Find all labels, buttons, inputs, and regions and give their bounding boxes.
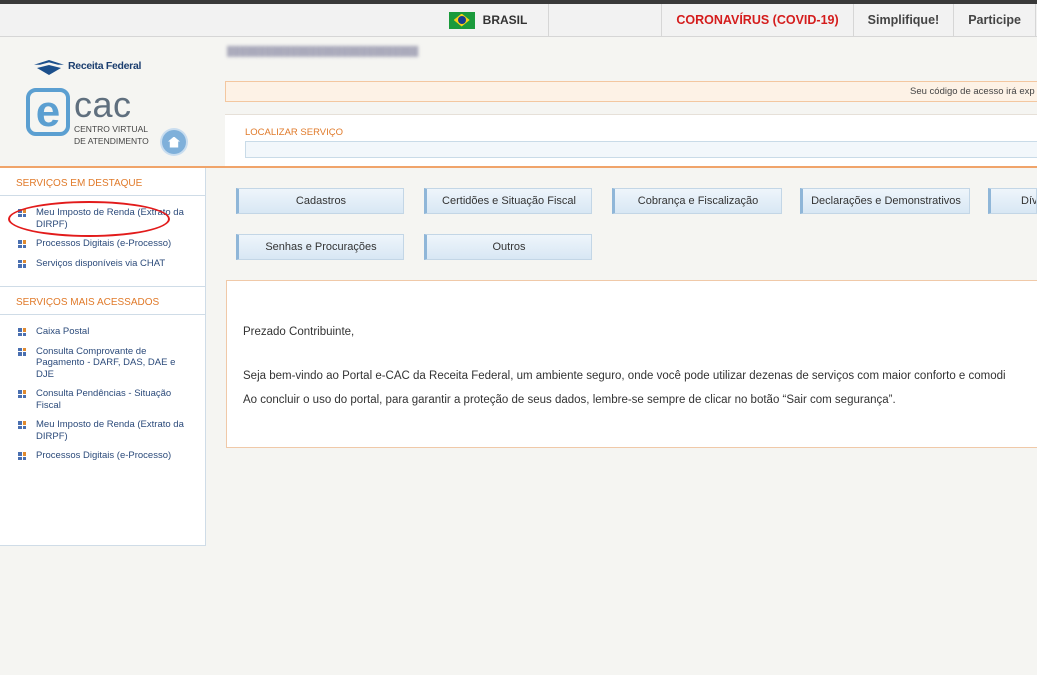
- ecac-logo[interactable]: e cac CENTRO VIRTUAL DE ATENDIMENTO: [26, 84, 149, 146]
- logo-area: Receita Federal e cac CENTRO VIRTUAL DE …: [0, 36, 205, 166]
- bullet-squares-icon: [18, 421, 26, 429]
- most-accessed-item-label[interactable]: Caixa Postal: [36, 326, 89, 338]
- list-item[interactable]: Meu Imposto de Renda (Extrato da DIRPF): [0, 416, 205, 447]
- bullet-squares-icon: [18, 328, 26, 336]
- bullet-squares-icon: [18, 259, 26, 268]
- category-outros-button[interactable]: Outros: [424, 234, 592, 260]
- covid-link[interactable]: CORONAVÍRUS (COVID-19): [661, 4, 852, 36]
- annotation-red-circle: [8, 201, 170, 237]
- category-cadastros-button[interactable]: Cadastros: [236, 188, 404, 214]
- bullet-squares-icon: [18, 452, 26, 460]
- welcome-greeting: Prezado Contribuinte,: [243, 326, 355, 338]
- simplifique-link[interactable]: Simplifique!: [852, 4, 954, 36]
- gov-bar: BRASIL CORONAVÍRUS (COVID-19) Simplifiqu…: [0, 4, 1037, 37]
- search-label: LOCALIZAR SERVIÇO: [245, 127, 344, 138]
- receita-federal-logo[interactable]: Receita Federal: [34, 56, 141, 76]
- category-senhas-button[interactable]: Senhas e Procurações: [236, 234, 404, 260]
- category-cobranca-button[interactable]: Cobrança e Fiscalização: [612, 188, 782, 214]
- ecac-subtitle-2: DE ATENDIMENTO: [74, 136, 149, 146]
- category-certidoes-button[interactable]: Certidões e Situação Fiscal: [424, 188, 592, 214]
- list-item[interactable]: Caixa Postal: [0, 323, 205, 343]
- ecac-wordmark: cac: [74, 84, 132, 125]
- list-item[interactable]: Consulta Comprovante de Pagamento - DARF…: [0, 343, 205, 386]
- list-item[interactable]: Processos Digitais (e-Processo): [0, 235, 205, 255]
- session-notice: Seu código de acesso irá exp: [225, 81, 1037, 102]
- search-panel: LOCALIZAR SERVIÇO: [225, 114, 1037, 167]
- search-input[interactable]: [245, 141, 1037, 158]
- bullet-squares-icon: [18, 390, 26, 398]
- welcome-line-1: Seja bem-vindo ao Portal e-CAC da Receit…: [243, 370, 1006, 382]
- most-accessed-item-label[interactable]: Consulta Comprovante de Pagamento - DARF…: [36, 346, 195, 381]
- list-item[interactable]: Serviços disponíveis via CHAT: [0, 255, 205, 275]
- ecac-subtitle-1: CENTRO VIRTUAL: [74, 124, 148, 134]
- session-notice-text: Seu código de acesso irá exp: [910, 86, 1035, 97]
- welcome-panel: Prezado Contribuinte, Seja bem-vindo ao …: [226, 280, 1037, 448]
- most-accessed-item-label[interactable]: Processos Digitais (e-Processo): [36, 450, 171, 462]
- gov-brasil-label: BRASIL: [482, 13, 528, 27]
- most-accessed-title: SERVIÇOS MAIS ACESSADOS: [0, 286, 205, 315]
- ecac-e-mark: e: [26, 88, 70, 136]
- category-divida-button[interactable]: Dív: [988, 188, 1037, 214]
- most-accessed-item-label[interactable]: Meu Imposto de Renda (Extrato da DIRPF): [36, 419, 195, 442]
- gov-links: CORONAVÍRUS (COVID-19) Simplifique! Part…: [661, 4, 1037, 36]
- most-accessed-item-label[interactable]: Consulta Pendências - Situação Fiscal: [36, 388, 195, 411]
- gov-brasil-link[interactable]: BRASIL: [428, 4, 549, 36]
- receita-federal-logo-icon: [34, 56, 64, 76]
- list-item[interactable]: Processos Digitais (e-Processo): [0, 447, 205, 467]
- featured-item-label[interactable]: Processos Digitais (e-Processo): [36, 238, 171, 250]
- list-item[interactable]: Consulta Pendências - Situação Fiscal: [0, 385, 205, 416]
- receita-federal-label: Receita Federal: [68, 60, 142, 72]
- participe-link[interactable]: Participe: [953, 4, 1035, 36]
- user-info-blurred: ██████████████████████████████: [227, 46, 419, 56]
- welcome-line-2: Ao concluir o uso do portal, para garant…: [243, 394, 896, 406]
- bullet-squares-icon: [18, 347, 26, 356]
- featured-item-label[interactable]: Serviços disponíveis via CHAT: [36, 258, 165, 270]
- most-accessed-list: Caixa Postal Consulta Comprovante de Pag…: [0, 315, 205, 467]
- bullet-squares-icon: [18, 240, 26, 248]
- brazil-flag-icon: [448, 11, 475, 29]
- home-icon[interactable]: [162, 130, 186, 154]
- category-declaracoes-button[interactable]: Declarações e Demonstrativos: [800, 188, 970, 214]
- featured-services-title: SERVIÇOS EM DESTAQUE: [0, 168, 205, 196]
